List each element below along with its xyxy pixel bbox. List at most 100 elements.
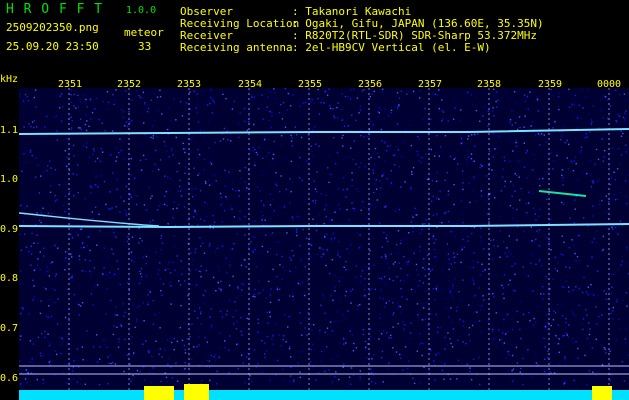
noise-speck (397, 252, 399, 254)
noise-speck (308, 251, 310, 253)
noise-speck (447, 120, 449, 122)
noise-speck (362, 201, 364, 203)
noise-speck (550, 372, 552, 374)
noise-speck (371, 93, 373, 95)
noise-speck (596, 270, 599, 272)
noise-speck (122, 303, 124, 305)
noise-speck (123, 158, 125, 160)
noise-speck (170, 149, 173, 152)
noise-speck (115, 314, 117, 316)
noise-speck (275, 241, 278, 243)
noise-speck (436, 285, 438, 287)
noise-speck (235, 328, 238, 330)
noise-speck (209, 243, 211, 245)
noise-speck (30, 245, 32, 247)
noise-speck (72, 144, 75, 146)
noise-speck (562, 254, 564, 256)
noise-speck (543, 234, 546, 237)
noise-speck (558, 351, 560, 353)
noise-speck (85, 146, 88, 149)
noise-speck (614, 179, 616, 181)
noise-speck (225, 313, 228, 316)
noise-speck (159, 327, 161, 329)
noise-speck (192, 195, 194, 198)
noise-speck (299, 283, 301, 285)
noise-speck (395, 351, 398, 353)
noise-speck (25, 161, 27, 163)
noise-speck (403, 328, 405, 330)
noise-speck (413, 252, 415, 254)
noise-speck (392, 279, 394, 282)
noise-speck (538, 178, 541, 180)
noise-speck (499, 230, 501, 232)
noise-speck (595, 306, 597, 308)
noise-speck (68, 320, 70, 322)
noise-speck (152, 367, 155, 369)
noise-speck (270, 126, 273, 128)
noise-speck (140, 279, 143, 281)
noise-speck (315, 361, 317, 363)
noise-speck (323, 370, 326, 373)
noise-speck (361, 295, 363, 297)
noise-speck (598, 199, 601, 201)
noise-speck (617, 187, 620, 189)
noise-speck (129, 363, 131, 365)
noise-speck (566, 157, 568, 159)
noise-speck (454, 261, 456, 264)
noise-speck (41, 128, 43, 130)
noise-speck (502, 241, 505, 243)
noise-speck (575, 162, 577, 165)
noise-speck (410, 188, 412, 190)
noise-speck (397, 149, 400, 151)
noise-speck (189, 108, 191, 110)
noise-speck (136, 318, 138, 321)
noise-speck (206, 104, 209, 106)
noise-speck (552, 127, 554, 129)
noise-speck (437, 331, 439, 334)
noise-speck (49, 363, 51, 366)
noise-speck (337, 254, 339, 256)
noise-speck (160, 380, 162, 383)
noise-speck (351, 334, 354, 336)
noise-speck (140, 275, 143, 278)
noise-speck (152, 135, 154, 137)
noise-speck (424, 275, 427, 277)
noise-speck (181, 273, 183, 275)
noise-speck (357, 308, 359, 310)
noise-speck (519, 199, 521, 201)
noise-speck (129, 195, 131, 197)
noise-speck (86, 245, 89, 247)
noise-speck (472, 190, 474, 192)
noise-speck (271, 165, 273, 167)
noise-speck (55, 115, 57, 117)
noise-speck (475, 200, 478, 202)
noise-speck (282, 338, 284, 341)
noise-speck (623, 118, 626, 120)
noise-speck (121, 139, 124, 142)
noise-speck (331, 240, 333, 242)
noise-speck (517, 159, 519, 161)
noise-speck (558, 338, 560, 340)
noise-speck (290, 366, 292, 368)
noise-speck (336, 311, 339, 313)
noise-speck (599, 178, 601, 181)
noise-speck (449, 292, 451, 294)
noise-speck (466, 363, 468, 365)
noise-speck (84, 259, 86, 261)
noise-speck (618, 147, 620, 150)
noise-speck (563, 286, 565, 288)
noise-speck (43, 286, 45, 289)
noise-speck (112, 275, 115, 277)
noise-speck (427, 178, 429, 181)
noise-speck (167, 267, 169, 270)
noise-speck (342, 189, 345, 191)
noise-speck (136, 369, 139, 372)
noise-speck (182, 142, 184, 144)
noise-speck (573, 222, 576, 224)
noise-speck (359, 109, 361, 111)
noise-speck (32, 362, 34, 364)
noise-speck (237, 286, 239, 288)
noise-speck (592, 371, 594, 373)
noise-speck (526, 177, 528, 179)
noise-speck (154, 313, 156, 316)
